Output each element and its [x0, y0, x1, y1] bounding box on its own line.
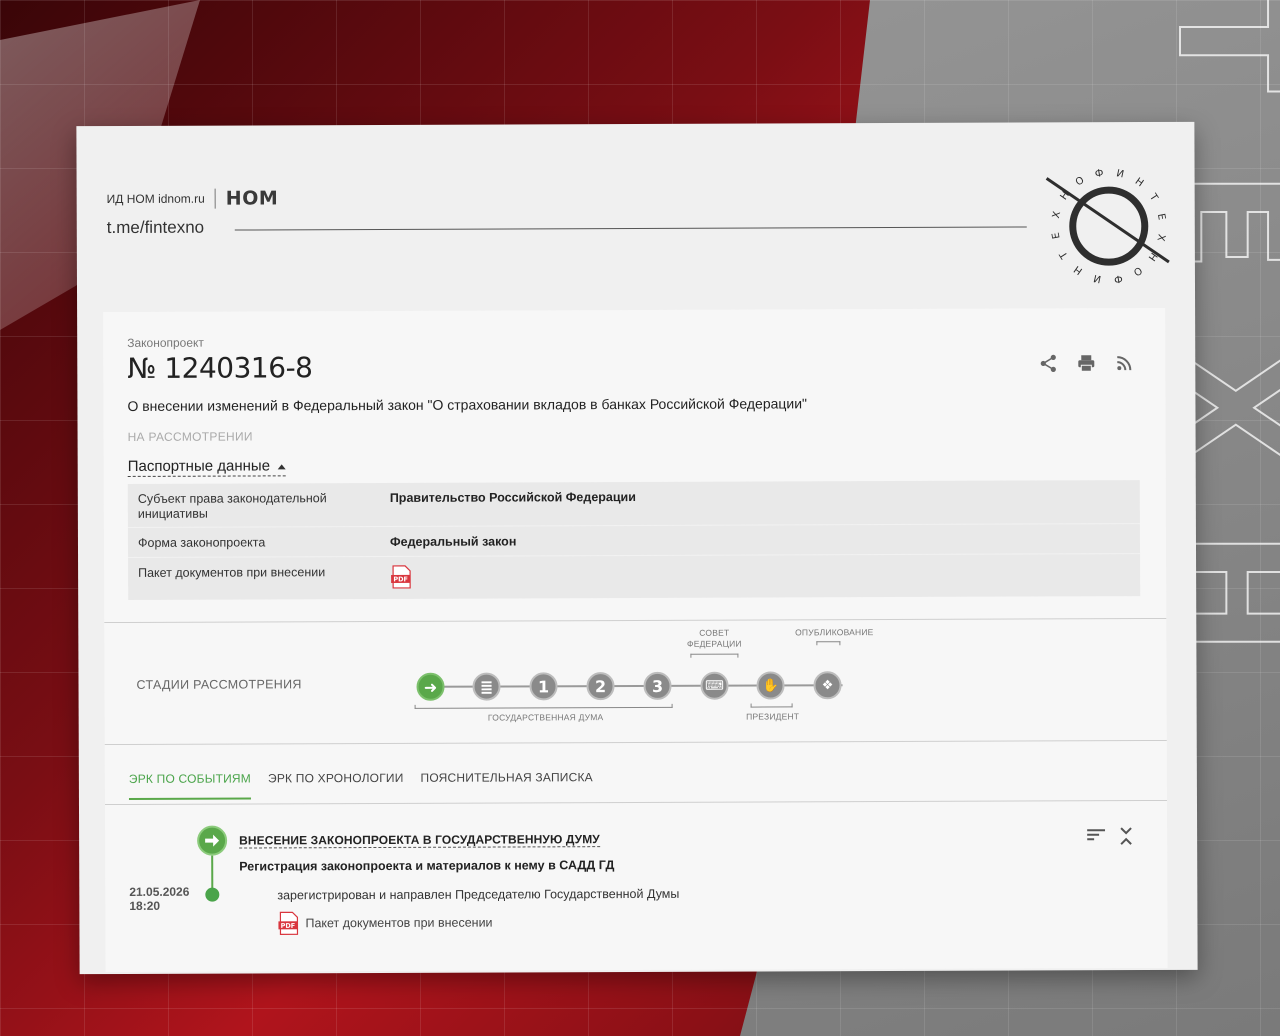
channel-underline: [234, 226, 1027, 231]
stage-duma-label: ГОСУДАРСТВЕННАЯ ДУМА: [487, 712, 604, 723]
brand-separator: [214, 188, 216, 209]
event-title[interactable]: ВНЕСЕНИЕ ЗАКОНОПРОЕКТА В ГОСУДАРСТВЕННУЮ…: [239, 832, 600, 849]
stage-president-label: ПРЕЗИДЕНТ: [746, 711, 800, 722]
passport-toggle-label: Паспортные данные: [127, 457, 271, 475]
bill-kind-label: Законопроект: [127, 335, 204, 350]
fintexno-seal-icon: Ф ИНТЕХНОФИНТЕХНО: [1045, 168, 1170, 285]
pdf-badge-text: PDF: [393, 575, 408, 583]
seal-letter: Н: [1059, 190, 1072, 202]
stage-reading-3-icon[interactable]: 3: [643, 671, 672, 700]
seal-letter: Т: [1057, 249, 1071, 262]
passport-toggle[interactable]: Паспортные данные: [127, 457, 287, 477]
passport-row: Пакет документов при внесении PDF: [128, 554, 1140, 600]
pdf-icon: PDF: [277, 911, 299, 935]
rss-icon[interactable]: [1113, 352, 1135, 374]
passport-row: Форма законопроекта Федеральный закон: [127, 524, 1141, 558]
event-time: 18:20: [129, 898, 161, 913]
stages-label: СТАДИИ РАССМОТРЕНИЯ: [136, 677, 302, 692]
print-icon[interactable]: [1075, 352, 1097, 374]
paper-card: ИД НОМ idnom.ru НОМ t.me/fintexno ФИНТЕХ…: [76, 121, 1198, 975]
event-document-label: Пакет документов при внесении: [305, 915, 493, 931]
seal-letter: Ф: [1113, 272, 1124, 284]
event-document-link[interactable]: PDF Пакет документов при внесении: [277, 911, 493, 936]
caret-up-icon: [278, 463, 287, 469]
seal-letter: Е: [1051, 232, 1063, 240]
tab-explanatory-note[interactable]: ПОЯСНИТЕЛЬНАЯ ЗАПИСКА: [421, 770, 593, 799]
stages-track: ➜ ≣ 1 2 3 ⌨ ✋ ❖ СОВЕТ ФЕДЕРАЦИИ ОПУБЛИКО…: [410, 627, 874, 729]
event-date: 21.05.2026: [129, 884, 190, 899]
tab-chronology[interactable]: ЭРК ПО ХРОНОЛОГИИ: [268, 771, 404, 800]
pdf-badge-text: PDF: [281, 922, 296, 930]
duma-bracket: [414, 703, 673, 709]
section-divider: [104, 739, 1167, 746]
seal-letter: Ф: [1094, 168, 1105, 180]
stage-published-label: ОПУБЛИКОВАНИЕ: [795, 627, 874, 638]
seal-letter: Х: [1051, 210, 1063, 219]
council-line-1: СОВЕТ: [699, 627, 730, 638]
passport-key: Субъект права законодательной инициативы: [137, 491, 327, 521]
pdf-icon[interactable]: PDF: [390, 565, 412, 589]
channel-link[interactable]: t.me/fintexno: [107, 218, 204, 238]
share-icon[interactable]: [1037, 352, 1059, 374]
stage-emblem-icon[interactable]: ❖: [813, 671, 842, 700]
nom-logo: НОМ: [225, 187, 279, 210]
timeline-line: [211, 855, 214, 892]
stage-president-icon[interactable]: ✋: [756, 671, 785, 700]
erk-tabs: ЭРК ПО СОБЫТИЯМ ЭРК ПО ХРОНОЛОГИИ ПОЯСНИ…: [128, 770, 593, 800]
passport-value: Правительство Российской Федерации: [389, 490, 636, 505]
passport-table: Субъект права законодательной инициативы…: [127, 480, 1141, 600]
council-line-2: ФЕДЕРАЦИИ: [687, 638, 742, 649]
event-arrow-icon: [197, 825, 228, 856]
bill-title: О внесении изменений в Федеральный закон…: [127, 395, 808, 414]
passport-row: Субъект права законодательной инициативы…: [127, 480, 1140, 528]
bill-actions: [1037, 352, 1135, 374]
tab-events[interactable]: ЭРК ПО СОБЫТИЯМ: [128, 771, 252, 800]
passport-key: Пакет документов при внесении: [138, 565, 326, 580]
seal-letter: Н: [1133, 176, 1145, 189]
bill-number: № 1240316-8: [127, 351, 313, 385]
stage-reading-1-icon[interactable]: 1: [529, 672, 558, 701]
stage-council-icon[interactable]: ⌨: [700, 671, 729, 700]
collapse-icon[interactable]: [1119, 826, 1133, 851]
section-divider: [104, 617, 1167, 624]
event-subtitle: Регистрация законопроекта и материалов к…: [239, 858, 615, 874]
seal-letter: Н: [1072, 263, 1084, 276]
seal-letter: О: [1131, 264, 1144, 278]
seal-letter: И: [1115, 168, 1125, 180]
bill-page: Законопроект № 1240316-8 О внесении изме…: [103, 307, 1168, 973]
stage-document-icon[interactable]: ≣: [472, 672, 501, 701]
published-bracket: [816, 641, 841, 646]
sort-icon[interactable]: [1087, 826, 1106, 851]
stage-arrow-icon[interactable]: ➜: [416, 672, 445, 701]
seal-letter: Х: [1154, 233, 1166, 242]
president-bracket: [750, 703, 793, 708]
seal-letter: О: [1074, 175, 1087, 189]
event-tools: [1087, 826, 1133, 851]
seal-letter: Т: [1146, 191, 1160, 204]
timeline-dot: [205, 887, 220, 902]
seal-letter: Е: [1155, 213, 1167, 221]
bill-status: НА РАССМОТРЕНИИ: [127, 429, 253, 444]
publisher-label: ИД НОМ idnom.ru: [106, 191, 205, 207]
council-bracket: [690, 653, 739, 658]
event-description: зарегистрирован и направлен Председателю…: [277, 886, 680, 903]
stage-reading-2-icon[interactable]: 2: [586, 672, 615, 701]
passport-value: Федеральный закон: [389, 534, 517, 549]
event-datetime: 21.05.2026 18:20: [129, 885, 189, 913]
stage-council-label: СОВЕТ ФЕДЕРАЦИИ: [674, 628, 754, 650]
bg-letter-1: Т: [1150, 0, 1280, 92]
brand-row: ИД НОМ idnom.ru НОМ: [107, 187, 279, 210]
passport-value: PDF: [390, 565, 412, 591]
seal-letter: И: [1093, 272, 1103, 284]
tabs-divider: [104, 799, 1167, 806]
passport-key: Форма законопроекта: [137, 535, 266, 550]
